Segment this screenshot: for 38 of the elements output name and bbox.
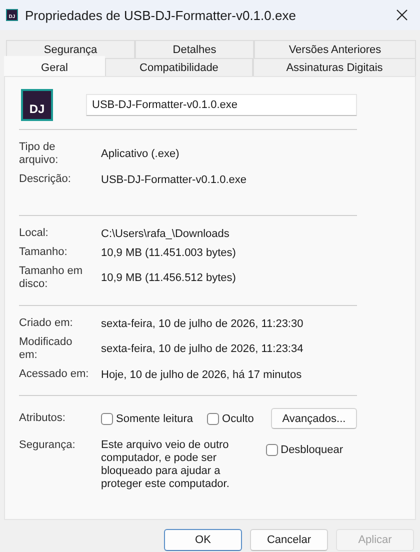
- dialog-button[interactable]: OK: [164, 529, 242, 551]
- property-label: Tamanho em disco:: [19, 265, 84, 291]
- tab[interactable]: Compatibilidade: [105, 58, 253, 76]
- checkbox-label: Desbloquear: [280, 444, 343, 456]
- tab[interactable]: Versões Anteriores: [254, 40, 416, 58]
- property-label: Criado em:: [19, 317, 74, 330]
- checkbox[interactable]: [207, 412, 220, 424]
- property-label: Tipo de arquivo:: [19, 141, 60, 167]
- checkbox-label: Somente leitura: [116, 412, 194, 424]
- property-value: 10,9 MB (11.456.512 bytes): [101, 272, 237, 284]
- security-text: Este arquivo veio de outro computador, e pode ser bloqueado para ajudar a proteger este computador.: [101, 439, 230, 491]
- tab[interactable]: Segurança: [6, 40, 135, 58]
- checkbox[interactable]: [266, 444, 278, 456]
- checkbox[interactable]: [101, 412, 113, 424]
- property-value: USB-DJ-Formatter-v0.1.0.exe: [101, 174, 248, 186]
- property-value: sexta-feira, 10 de julho de 2026, 11:23:34: [101, 343, 304, 355]
- property-label: Acessado em:: [19, 368, 90, 381]
- checkbox-label: Oculto: [222, 412, 254, 424]
- property-value: sexta-feira, 10 de julho de 2026, 11:23:30: [101, 318, 304, 330]
- window-title: Propriedades de USB-DJ-Formatter-v0.1.0.exe: [25, 8, 297, 22]
- dialog-button[interactable]: Cancelar: [250, 529, 328, 551]
- advanced-button[interactable]: Avançados...: [271, 408, 357, 429]
- property-value: Aplicativo (.exe): [101, 148, 180, 160]
- property-label: Descrição:: [19, 173, 72, 186]
- property-value: Hoje, 10 de julho de 2026, há 17 minutos: [101, 368, 303, 380]
- tab[interactable]: Assinaturas Digitais: [253, 58, 416, 76]
- file-name-field[interactable]: USB-DJ-Formatter-v0.1.0.exe: [86, 94, 357, 116]
- property-label: Tamanho:: [19, 246, 68, 259]
- property-value: 10,9 MB (11.451.003 bytes): [101, 246, 237, 258]
- tab[interactable]: Geral: [4, 56, 105, 76]
- close-icon[interactable]: [396, 9, 408, 21]
- tab[interactable]: Detalhes: [135, 40, 254, 58]
- property-value: C:\Users\rafa_\Downloads: [101, 228, 230, 240]
- property-label: Local:: [19, 227, 50, 240]
- property-label: Segurança:: [19, 439, 76, 452]
- property-label: Modificado em:: [19, 336, 74, 362]
- property-label: Atributos:: [19, 412, 66, 425]
- file-icon: DJ: [21, 89, 53, 121]
